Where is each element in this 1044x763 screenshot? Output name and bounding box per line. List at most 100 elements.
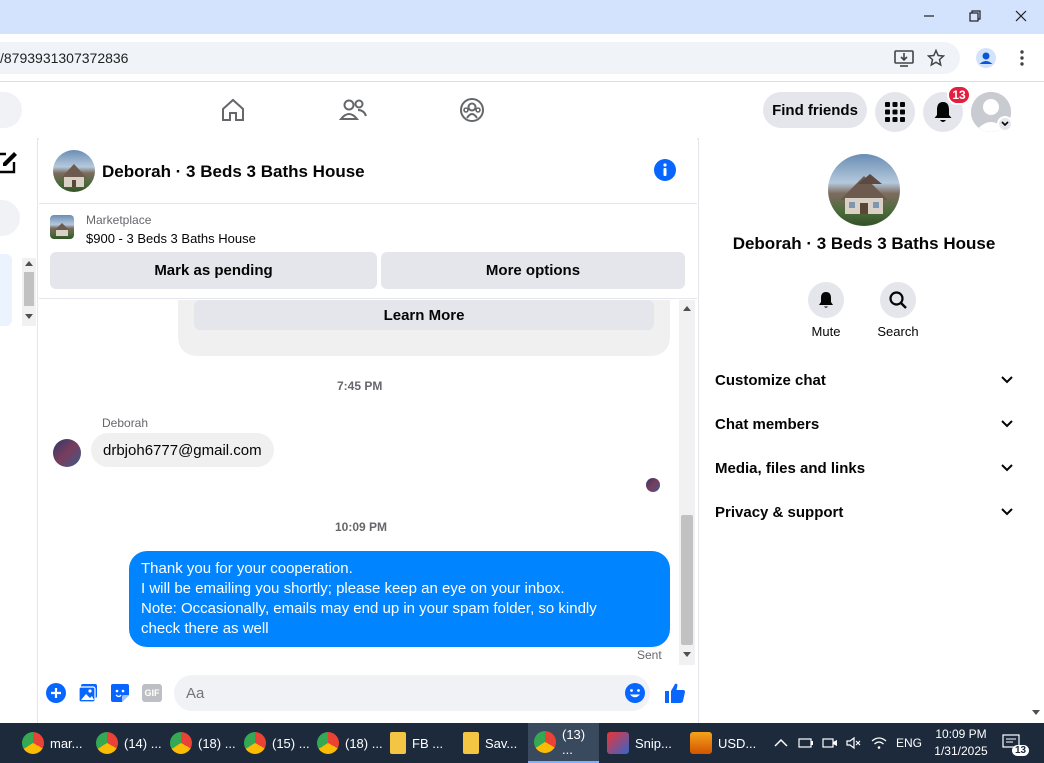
home-nav-icon[interactable] bbox=[219, 96, 247, 124]
taskbar-item[interactable]: FB ... bbox=[390, 723, 443, 763]
taskbar-item-label: mar... bbox=[50, 735, 83, 751]
marketplace-label: Marketplace bbox=[86, 213, 152, 227]
chevron-down-icon bbox=[1001, 420, 1013, 428]
media-files-links-row[interactable]: Media, files and links bbox=[715, 450, 1013, 486]
scroll-up-icon[interactable] bbox=[683, 305, 691, 311]
camera-icon[interactable] bbox=[822, 723, 838, 763]
minimize-icon bbox=[924, 15, 934, 17]
system-clock[interactable]: 10:09 PM 1/31/2025 bbox=[926, 726, 996, 760]
profile-icon[interactable] bbox=[975, 47, 997, 69]
emoji-icon[interactable] bbox=[623, 681, 647, 705]
chrome-icon bbox=[244, 732, 266, 754]
wifi-icon[interactable] bbox=[871, 723, 887, 763]
folder-icon bbox=[390, 732, 406, 754]
install-app-icon[interactable] bbox=[893, 47, 915, 69]
customize-chat-row[interactable]: Customize chat bbox=[715, 362, 1013, 398]
timestamp: 7:45 PM bbox=[337, 379, 383, 393]
mark-as-pending-button[interactable]: Mark as pending bbox=[50, 252, 377, 289]
taskbar-item-label: (18) ... bbox=[198, 735, 236, 751]
mute-button[interactable] bbox=[808, 282, 844, 318]
incoming-message[interactable]: drbjoh6777@gmail.com bbox=[91, 433, 274, 467]
tray-overflow-icon[interactable] bbox=[774, 723, 788, 763]
taskbar-item-active[interactable]: (13) ... bbox=[528, 723, 599, 763]
taskbar-item[interactable]: Sav... bbox=[463, 723, 517, 763]
taskbar-item[interactable]: mar... bbox=[22, 723, 83, 763]
conversation-info-icon[interactable] bbox=[654, 159, 676, 181]
listing-thumbnail[interactable] bbox=[50, 215, 74, 239]
volume-muted-icon[interactable] bbox=[846, 723, 862, 763]
stacked-coins-icon bbox=[690, 732, 712, 754]
read-receipt-avatar bbox=[646, 478, 660, 492]
more-options-button[interactable]: More options bbox=[381, 252, 685, 289]
taskbar-item[interactable]: (18) ... bbox=[317, 723, 383, 763]
taskbar-item[interactable]: USD... bbox=[690, 723, 756, 763]
details-avatar[interactable] bbox=[828, 154, 900, 226]
chat-list-item-active[interactable] bbox=[0, 254, 12, 326]
row-label: Privacy & support bbox=[715, 503, 844, 521]
marketplace-listing-bar: Marketplace $900 - 3 Beds 3 Baths House … bbox=[39, 204, 697, 299]
close-window-button[interactable] bbox=[998, 0, 1044, 32]
privacy-support-row[interactable]: Privacy & support bbox=[715, 494, 1013, 530]
bookmark-star-icon[interactable] bbox=[925, 47, 947, 69]
more-actions-icon[interactable] bbox=[44, 681, 68, 705]
taskbar-item-label: (18) ... bbox=[345, 735, 383, 751]
restore-icon bbox=[969, 10, 981, 22]
fb-search-field[interactable] bbox=[0, 92, 22, 128]
sticker-icon[interactable] bbox=[108, 681, 132, 705]
chat-title[interactable]: Deborah · 3 Beds 3 Baths House bbox=[102, 162, 365, 182]
row-label: Chat members bbox=[715, 415, 820, 433]
account-chevron[interactable] bbox=[997, 116, 1013, 132]
chrome-icon bbox=[534, 731, 556, 753]
sent-status: Sent bbox=[637, 648, 662, 662]
timestamp: 10:09 PM bbox=[335, 520, 388, 534]
notification-center-icon[interactable]: 13 bbox=[1002, 723, 1030, 763]
message-input[interactable] bbox=[174, 675, 650, 711]
search-in-conversation-button[interactable] bbox=[880, 282, 916, 318]
chat-list-strip bbox=[0, 138, 38, 723]
scroll-thumb[interactable] bbox=[681, 515, 693, 645]
friends-nav-icon[interactable] bbox=[339, 96, 367, 124]
taskbar-item-label: FB ... bbox=[412, 735, 444, 751]
search-icon bbox=[889, 291, 907, 309]
row-label: Media, files and links bbox=[715, 459, 866, 477]
find-friends-button[interactable]: Find friends bbox=[763, 92, 867, 128]
message-line: I will be emailing you shortly; please k… bbox=[141, 580, 565, 597]
taskbar-item[interactable]: (14) ... bbox=[96, 723, 162, 763]
taskbar-item-label: (14) ... bbox=[124, 735, 162, 751]
message-composer: GIF bbox=[39, 665, 697, 723]
taskbar-item[interactable]: (15) ... bbox=[244, 723, 310, 763]
taskbar-item[interactable]: (18) ... bbox=[170, 723, 236, 763]
like-thumb-icon[interactable] bbox=[663, 681, 687, 705]
scroll-down-icon[interactable] bbox=[1032, 710, 1040, 716]
groups-nav-icon[interactable] bbox=[458, 96, 486, 124]
battery-icon[interactable] bbox=[798, 723, 814, 763]
address-bar: /8793931307372836 bbox=[0, 34, 1044, 82]
learn-more-button[interactable]: Learn More bbox=[194, 300, 654, 330]
chevron-down-icon bbox=[1001, 376, 1013, 384]
taskbar-item-label: Sav... bbox=[485, 735, 518, 751]
new-message-icon[interactable] bbox=[0, 150, 18, 174]
thread-scrollbar[interactable] bbox=[679, 300, 695, 665]
chat-members-row[interactable]: Chat members bbox=[715, 406, 1013, 442]
chat-avatar[interactable] bbox=[53, 150, 95, 192]
restore-button[interactable] bbox=[952, 0, 998, 32]
input-language[interactable]: ENG bbox=[896, 723, 922, 763]
chat-list-scrollbar[interactable] bbox=[22, 258, 36, 326]
page-scrollbar[interactable] bbox=[1028, 138, 1044, 723]
sender-avatar[interactable] bbox=[53, 439, 81, 467]
menu-grid-button[interactable] bbox=[875, 92, 915, 132]
minimize-button[interactable] bbox=[906, 0, 952, 32]
chrome-icon bbox=[170, 732, 192, 754]
gif-icon[interactable]: GIF bbox=[140, 681, 164, 705]
attach-photo-icon[interactable] bbox=[76, 681, 100, 705]
scroll-down-icon[interactable] bbox=[683, 652, 691, 658]
outgoing-message[interactable]: Thank you for your cooperation. I will b… bbox=[129, 551, 670, 647]
taskbar-item[interactable]: Snip... bbox=[607, 723, 672, 763]
message-thread: Learn More 7:45 PM Deborah drbjoh6777@gm… bbox=[39, 300, 679, 665]
chrome-icon bbox=[22, 732, 44, 754]
bell-icon bbox=[934, 102, 952, 122]
browser-menu-icon[interactable] bbox=[1011, 47, 1033, 69]
listing-price-title[interactable]: $900 - 3 Beds 3 Baths House bbox=[86, 231, 256, 246]
url-field[interactable]: /8793931307372836 bbox=[0, 42, 960, 74]
chat-search-field[interactable] bbox=[0, 200, 20, 236]
